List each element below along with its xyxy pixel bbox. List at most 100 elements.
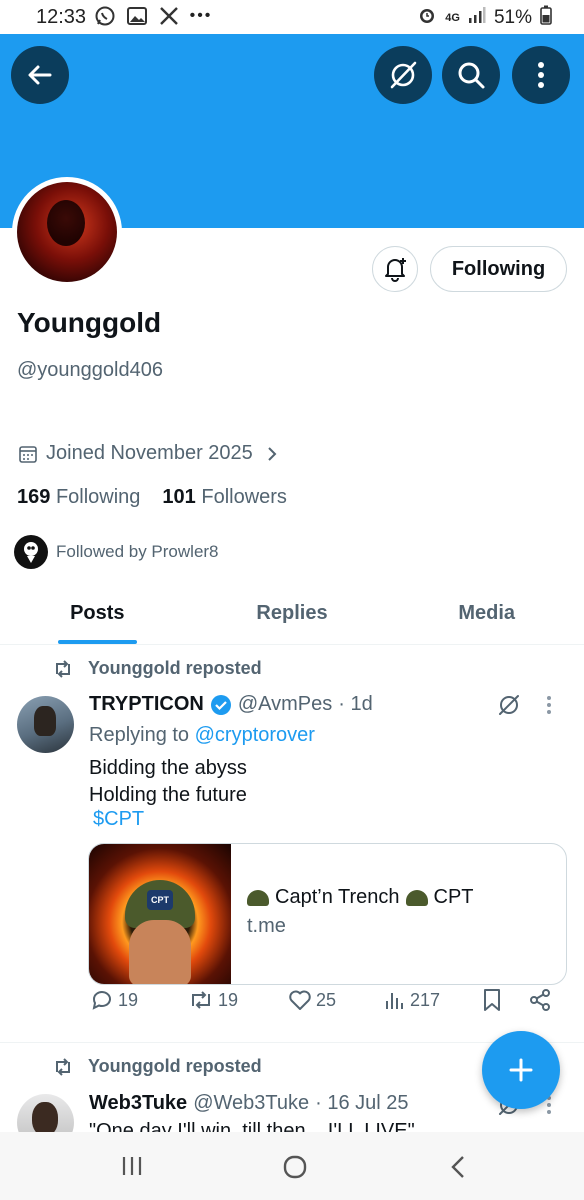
more-options-button[interactable] bbox=[512, 46, 570, 104]
card-title-suffix: CPT bbox=[433, 886, 474, 908]
followed-by[interactable]: Followed by Prowler8 bbox=[14, 535, 219, 569]
repost-count: 19 bbox=[218, 989, 239, 1010]
grok-slash-icon bbox=[499, 695, 519, 715]
grok-button[interactable] bbox=[374, 46, 432, 104]
replying-to-prefix: Replying to bbox=[89, 724, 190, 746]
link-card[interactable]: CPT Capt’n Trench CPT t.me bbox=[88, 843, 567, 985]
post-text-line-1: Bidding the abyss bbox=[89, 757, 247, 779]
plus-icon bbox=[509, 1058, 533, 1082]
replying-to: Replying to @cryptorover bbox=[89, 724, 315, 747]
post-text: "One day I'll win, till then... I'LL LIV… bbox=[89, 1120, 415, 1132]
tab-media[interactable]: Media bbox=[389, 583, 584, 644]
follow-counts: 169 Following 101 Followers bbox=[17, 486, 287, 509]
views-button[interactable]: 217 bbox=[384, 989, 440, 1011]
cashtag-link[interactable]: $CPT bbox=[93, 808, 144, 831]
repost-button[interactable]: 19 bbox=[188, 989, 238, 1011]
followers-count-link[interactable]: 101 Followers bbox=[162, 486, 287, 509]
share-icon bbox=[530, 989, 550, 1011]
follower-avatar bbox=[14, 535, 48, 569]
following-count-link[interactable]: 169 Following bbox=[17, 486, 140, 509]
status-time: 12:33 bbox=[36, 6, 87, 28]
notifications-button[interactable] bbox=[372, 246, 418, 292]
battery-icon bbox=[540, 5, 552, 31]
following-button[interactable]: Following bbox=[430, 246, 567, 292]
repost-icon bbox=[192, 991, 210, 1009]
tab-posts[interactable]: Posts bbox=[0, 583, 195, 644]
card-badge: CPT bbox=[147, 890, 173, 910]
repost-indicator: Younggold reposted bbox=[52, 658, 262, 679]
search-button[interactable] bbox=[442, 46, 500, 104]
views-chart-icon bbox=[386, 993, 403, 1009]
post-header: TRYPTICON @AvmPes · 1d bbox=[89, 693, 373, 716]
reply-button[interactable]: 19 bbox=[90, 988, 138, 1012]
display-name: Younggold bbox=[17, 307, 162, 338]
gallery-icon bbox=[126, 5, 148, 27]
post-time: · 1d bbox=[338, 693, 373, 715]
verified-badge-icon bbox=[210, 694, 231, 715]
like-button[interactable]: 25 bbox=[288, 989, 336, 1011]
followers-count: 101 bbox=[162, 486, 196, 508]
search-icon bbox=[458, 62, 485, 89]
status-left-icons: ••• bbox=[94, 5, 212, 27]
helmet-emoji-icon bbox=[405, 889, 428, 906]
reply-count: 19 bbox=[118, 989, 139, 1010]
recent-apps-button[interactable] bbox=[120, 1154, 144, 1183]
author-avatar[interactable] bbox=[17, 696, 74, 753]
post-more-button[interactable] bbox=[546, 694, 552, 721]
system-nav-bar bbox=[0, 1132, 584, 1200]
reply-icon bbox=[92, 991, 111, 1010]
x-icon bbox=[158, 5, 180, 27]
battery-percent: 51% bbox=[493, 7, 532, 28]
whatsapp-icon bbox=[94, 5, 116, 27]
followed-by-text: Followed by Prowler8 bbox=[56, 542, 219, 561]
status-bar: 12:33 ••• 4G 51% bbox=[0, 0, 584, 34]
profile-avatar[interactable] bbox=[12, 177, 122, 287]
grok-slash-icon bbox=[390, 61, 417, 89]
post-time: · 16 Jul 25 bbox=[315, 1092, 409, 1114]
helmet-emoji-icon bbox=[247, 889, 269, 906]
bell-plus-icon bbox=[385, 258, 406, 282]
signal-icon bbox=[468, 6, 486, 30]
home-circle-icon bbox=[283, 1155, 307, 1179]
author-name[interactable]: TRYPTICON bbox=[89, 693, 204, 716]
replying-to-handle[interactable]: @cryptorover bbox=[195, 724, 315, 746]
joined-date[interactable]: Joined November 2025 bbox=[18, 442, 279, 465]
arrow-left-icon bbox=[28, 65, 52, 85]
compose-post-button[interactable] bbox=[482, 1031, 560, 1109]
status-right-icons: 4G 51% bbox=[417, 5, 552, 31]
vertical-dots-icon bbox=[538, 62, 544, 88]
recent-apps-icon bbox=[122, 1157, 142, 1175]
joined-text: Joined November 2025 bbox=[46, 442, 253, 464]
profile-tabs: Posts Replies Media bbox=[0, 583, 584, 645]
alarm-icon bbox=[417, 5, 437, 31]
like-count: 25 bbox=[316, 989, 337, 1010]
back-nav-button[interactable] bbox=[448, 1154, 468, 1185]
view-count: 217 bbox=[410, 989, 441, 1010]
followers-label: Followers bbox=[201, 486, 287, 508]
author-handle[interactable]: @Web3Tuke bbox=[193, 1092, 309, 1115]
back-button[interactable] bbox=[11, 46, 69, 104]
author-name[interactable]: Web3Tuke bbox=[89, 1092, 187, 1115]
grok-post-button[interactable] bbox=[496, 692, 522, 723]
repost-indicator: Younggold reposted bbox=[52, 1056, 262, 1077]
chevron-right-icon bbox=[268, 446, 277, 461]
more-dots-icon: ••• bbox=[189, 7, 213, 24]
card-title-text: Capt’n Trench bbox=[275, 886, 400, 908]
card-image: CPT bbox=[89, 844, 231, 984]
author-handle[interactable]: @AvmPes bbox=[238, 693, 332, 716]
share-button[interactable] bbox=[528, 988, 552, 1012]
home-button[interactable] bbox=[282, 1154, 308, 1185]
card-body: Capt’n Trench CPT t.me bbox=[231, 844, 474, 984]
heart-icon bbox=[289, 990, 311, 1010]
vertical-dots-icon bbox=[547, 696, 551, 714]
repost-label: Younggold reposted bbox=[88, 1056, 262, 1076]
tab-replies[interactable]: Replies bbox=[195, 583, 390, 644]
repost-icon bbox=[56, 1057, 70, 1076]
repost-label: Younggold reposted bbox=[88, 658, 262, 678]
bookmark-icon bbox=[484, 989, 500, 1011]
card-title: Capt’n Trench CPT bbox=[247, 886, 474, 909]
avatar-image bbox=[17, 182, 117, 282]
chevron-left-icon bbox=[451, 1156, 464, 1178]
following-count: 169 bbox=[17, 486, 51, 508]
bookmark-button[interactable] bbox=[482, 988, 502, 1012]
